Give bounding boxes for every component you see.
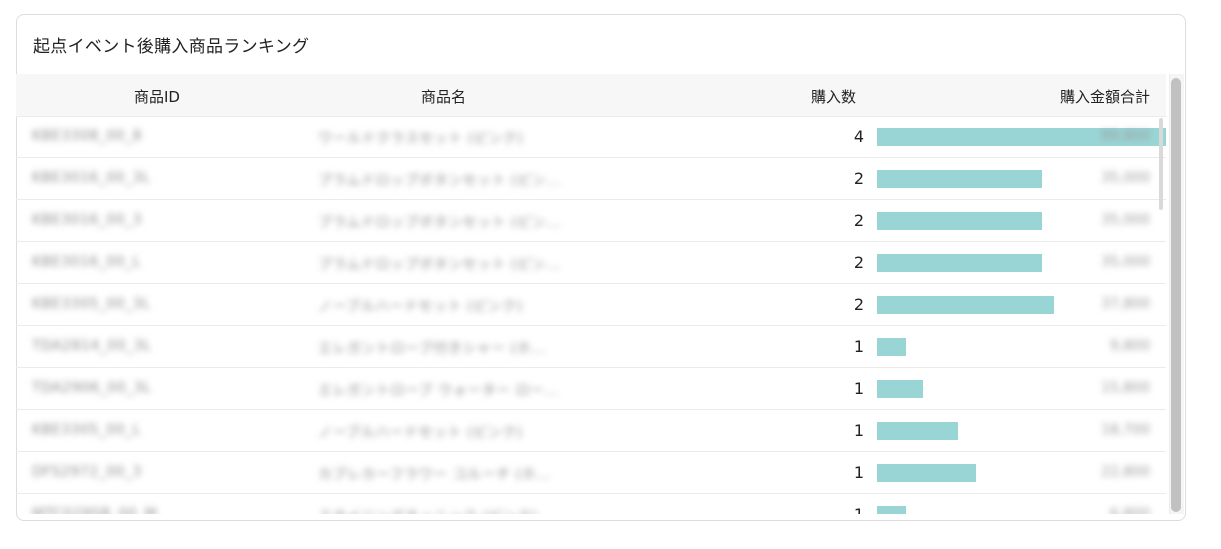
purchase-amount-cell: 18,700 <box>1101 422 1150 438</box>
product-id-cell: KBE3308_00_8 <box>32 128 142 144</box>
table-row[interactable]: KBE3016_00_3 プラムドロップボタンセット (ピン... 2 35,000 <box>16 200 1166 242</box>
purchase-amount-cell: 9,800 <box>1109 338 1150 354</box>
product-name-cell: プラムドロップボタンセット (ピン... <box>318 173 561 189</box>
purchase-count-cell: 2 <box>853 211 864 230</box>
purchase-count-cell: 4 <box>853 127 864 146</box>
column-header-product-name[interactable]: 商品名 <box>421 86 466 107</box>
product-id-cell: KBE3016_00_L <box>32 254 141 270</box>
purchase-count-cell: 1 <box>853 379 864 398</box>
column-header-product-id[interactable]: 商品ID <box>134 86 180 107</box>
purchase-amount-cell: 35,000 <box>1101 170 1150 186</box>
product-id-cell: KBE3016_00_3L <box>32 170 151 186</box>
table-row[interactable]: TDA2906_00_3L エレガントローブ ウォーター ロー... 1 15,800 <box>16 368 1166 410</box>
product-name-cell: ノーブルハードセット (ピンク) <box>318 299 523 315</box>
purchase-count-bar <box>877 296 1054 314</box>
purchase-count-cell: 1 <box>853 337 864 356</box>
table-header: 商品ID 商品名 購入数 購入金額合計 <box>16 74 1166 117</box>
table-row[interactable]: KBE3016_00_3L プラムドロップボタンセット (ピン... 2 35,000 <box>16 158 1166 200</box>
table-row[interactable]: TDA2814_00_3L エレガントローブ付きシャー (ホ... 1 9,800 <box>16 326 1166 368</box>
product-name-cell: エレガントローブ ウォーター ロー... <box>318 383 560 399</box>
product-id-cell: TDA2814_00_3L <box>32 338 152 354</box>
purchase-amount-cell: 15,800 <box>1101 380 1150 396</box>
purchase-count-bar <box>877 506 906 514</box>
product-id-cell: TDA2906_00_3L <box>32 380 152 396</box>
purchase-amount-cell: 37,800 <box>1101 296 1150 312</box>
table-row[interactable]: DFS2972_00_3 カプレカーフラワー コルーチ (ホ... 1 22,800 <box>16 452 1166 494</box>
product-name-cell: エレガントローブ付きシャー (ホ... <box>318 341 546 357</box>
table-row[interactable]: MTC0295B_00_M スタイリングチュニック (ピンク) 1 6,800 <box>16 494 1166 514</box>
column-header-purchase-count[interactable]: 購入数 <box>811 86 856 107</box>
table-row[interactable]: KBE3016_00_L プラムドロップボタンセット (ピン... 2 35,000 <box>16 242 1166 284</box>
panel-title: 起点イベント後購入商品ランキング <box>33 37 310 57</box>
purchase-amount-cell: 22,800 <box>1101 464 1150 480</box>
product-name-cell: カプレカーフラワー コルーチ (ホ... <box>318 467 551 483</box>
product-id-cell: DFS2972_00_3 <box>32 464 142 480</box>
purchase-count-cell: 2 <box>853 295 864 314</box>
product-id-cell: MTC0295B_00_M <box>32 506 158 514</box>
purchase-count-cell: 2 <box>853 253 864 272</box>
purchase-count-bar <box>877 254 1042 272</box>
ranking-table[interactable]: 商品ID 商品名 購入数 購入金額合計 KBE3308_00_8 ワールドクラスセ… <box>16 74 1166 514</box>
purchase-count-bar <box>877 422 958 440</box>
purchase-count-bar <box>877 338 906 356</box>
purchase-count-cell: 1 <box>854 505 864 514</box>
purchase-amount-cell: 99,800 <box>1101 128 1150 144</box>
table-row[interactable]: KBE3308_00_8 ワールドクラスセット (ピンク) 4 99,800 <box>16 116 1166 158</box>
purchase-amount-cell: 35,000 <box>1101 212 1150 228</box>
product-name-cell: ワールドクラスセット (ピンク) <box>318 131 524 147</box>
product-id-cell: KBE3305_00_L <box>32 422 141 438</box>
purchase-count-cell: 1 <box>853 463 864 482</box>
product-name-cell: スタイリングチュニック (ピンク) <box>318 506 538 514</box>
table-row[interactable]: KBE3305_00_L ノーブルハードセット (ピンク) 1 18,700 <box>16 410 1166 452</box>
scrollbar-thumb[interactable] <box>1171 78 1181 512</box>
purchase-count-bar <box>877 170 1042 188</box>
purchase-count-bar <box>877 464 976 482</box>
purchase-amount-cell: 35,000 <box>1101 254 1150 270</box>
product-id-cell: KBE3016_00_3 <box>32 212 142 228</box>
column-header-purchase-amount[interactable]: 購入金額合計 <box>1060 86 1150 107</box>
product-name-cell: プラムドロップボタンセット (ピン... <box>318 215 561 231</box>
inner-scroll-indicator[interactable] <box>1159 118 1163 210</box>
purchase-count-bar <box>877 380 923 398</box>
purchase-count-bar <box>877 212 1042 230</box>
product-name-cell: プラムドロップボタンセット (ピン... <box>318 257 561 273</box>
purchase-count-cell: 1 <box>853 421 864 440</box>
table-row[interactable]: KBE3305_00_3L ノーブルハードセット (ピンク) 2 37,800 <box>16 284 1166 326</box>
product-id-cell: KBE3305_00_3L <box>32 296 151 312</box>
purchase-amount-cell: 6,800 <box>1109 506 1150 514</box>
purchase-count-cell: 2 <box>853 169 864 188</box>
product-name-cell: ノーブルハードセット (ピンク) <box>318 425 523 441</box>
